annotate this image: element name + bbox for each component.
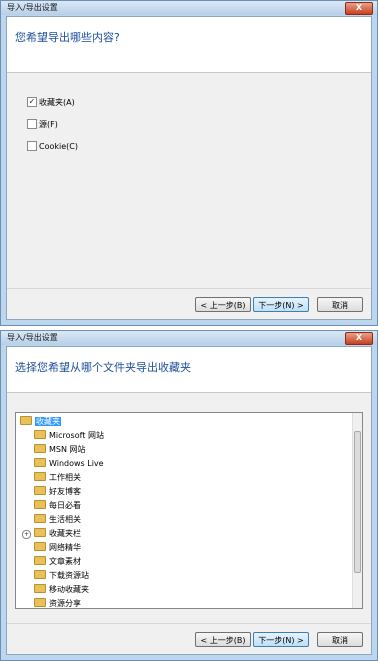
folder-icon bbox=[34, 598, 46, 607]
title-bar: 导入/导出设置 X bbox=[1, 1, 377, 15]
page-question: 您希望导出哪些内容? bbox=[15, 31, 120, 44]
option-feeds[interactable]: 源(F) bbox=[27, 118, 58, 131]
export-settings-dialog-2: 导入/导出设置 X 选择您希望从哪个文件夹导出收藏夹 收藏夹 Microsoft… bbox=[0, 330, 378, 661]
tree-node-label: 网络精华 bbox=[49, 543, 81, 552]
title-bar: 导入/导出设置 X bbox=[1, 331, 377, 345]
tree-node[interactable]: Microsoft 网站 bbox=[34, 429, 104, 442]
cookies-label: Cookie(C) bbox=[39, 142, 78, 151]
tree-node[interactable]: 文章素材 bbox=[34, 555, 81, 568]
tree-node-label: 文章素材 bbox=[49, 557, 81, 566]
button-bar: < 上一步(B) 下一步(N) > 取消 bbox=[7, 288, 371, 319]
folder-icon bbox=[34, 486, 46, 495]
tree-node-label: 收藏夹栏 bbox=[49, 529, 81, 538]
back-button[interactable]: < 上一步(B) bbox=[195, 297, 251, 312]
option-cookies[interactable]: Cookie(C) bbox=[27, 140, 78, 153]
tree-node[interactable]: 每日必看 bbox=[34, 499, 81, 512]
option-favorites[interactable]: ✓ 收藏夹(A) bbox=[27, 96, 75, 109]
folder-icon bbox=[34, 542, 46, 551]
tree-node-label: 资源分享 bbox=[49, 599, 81, 608]
tree-node[interactable]: MSN 网站 bbox=[34, 443, 86, 456]
header-panel: 您希望导出哪些内容? bbox=[7, 17, 371, 73]
tree-node-label: 移动收藏夹 bbox=[49, 585, 89, 594]
cookies-checkbox[interactable] bbox=[27, 140, 37, 151]
tree-node[interactable]: 生活相关 bbox=[34, 513, 81, 526]
cancel-button[interactable]: 取消 bbox=[317, 297, 363, 312]
tree-node[interactable]: 移动收藏夹 bbox=[34, 583, 89, 596]
tree-node[interactable]: 网络精华 bbox=[34, 541, 81, 554]
folder-icon bbox=[34, 458, 46, 467]
expand-icon[interactable]: + bbox=[22, 530, 31, 539]
favorites-label: 收藏夹(A) bbox=[39, 98, 75, 107]
folder-icon bbox=[34, 430, 46, 439]
close-button[interactable]: X bbox=[345, 2, 373, 15]
page-question: 选择您希望从哪个文件夹导出收藏夹 bbox=[15, 361, 191, 374]
export-settings-dialog-1: 导入/导出设置 X 您希望导出哪些内容? ✓ 收藏夹(A) 源(F) Cookie… bbox=[0, 0, 378, 326]
folder-icon bbox=[34, 514, 46, 523]
folder-tree[interactable]: 收藏夹 Microsoft 网站 MSN 网站 Windows Live 工作相… bbox=[15, 412, 363, 609]
folder-icon bbox=[34, 472, 46, 481]
folder-icon bbox=[20, 416, 32, 425]
tree-node-label: Windows Live bbox=[49, 459, 104, 468]
folder-icon bbox=[34, 444, 46, 453]
folder-icon bbox=[34, 584, 46, 593]
tree-node-root[interactable]: 收藏夹 bbox=[20, 415, 61, 428]
header-panel: 选择您希望从哪个文件夹导出收藏夹 bbox=[7, 347, 371, 393]
folder-icon bbox=[34, 500, 46, 509]
window-title: 导入/导出设置 bbox=[7, 333, 58, 342]
next-button[interactable]: 下一步(N) > bbox=[253, 297, 309, 312]
button-bar: < 上一步(B) 下一步(N) > 取消 bbox=[7, 623, 371, 654]
tree-node-label: 工作相关 bbox=[49, 473, 81, 482]
favorites-checkbox[interactable]: ✓ bbox=[27, 96, 37, 107]
tree-list: 收藏夹 Microsoft 网站 MSN 网站 Windows Live 工作相… bbox=[16, 413, 352, 608]
tree-node[interactable]: 好友博客 bbox=[34, 485, 81, 498]
tree-node[interactable]: 工作相关 bbox=[34, 471, 81, 484]
tree-node-label: MSN 网站 bbox=[49, 445, 86, 454]
tree-node[interactable]: Windows Live bbox=[34, 457, 104, 470]
tree-node-label: 收藏夹 bbox=[35, 417, 61, 426]
feeds-checkbox[interactable] bbox=[27, 118, 37, 129]
window-title: 导入/导出设置 bbox=[7, 3, 58, 12]
tree-node[interactable]: 资源分享 bbox=[34, 597, 81, 608]
tree-node-label: 好友博客 bbox=[49, 487, 81, 496]
tree-node-label: Microsoft 网站 bbox=[49, 431, 104, 440]
folder-icon bbox=[34, 556, 46, 565]
tree-node-label: 生活相关 bbox=[49, 515, 81, 524]
dialog-body: 选择您希望从哪个文件夹导出收藏夹 收藏夹 Microsoft 网站 MSN 网站… bbox=[6, 346, 372, 655]
scrollbar-thumb[interactable] bbox=[354, 431, 361, 573]
back-button[interactable]: < 上一步(B) bbox=[195, 632, 251, 647]
folder-icon bbox=[34, 570, 46, 579]
feeds-label: 源(F) bbox=[39, 120, 58, 129]
close-button[interactable]: X bbox=[345, 332, 373, 345]
dialog-body: 您希望导出哪些内容? ✓ 收藏夹(A) 源(F) Cookie(C) < 上一步(… bbox=[6, 16, 372, 320]
vertical-scrollbar[interactable] bbox=[352, 413, 362, 608]
tree-node-label: 下载资源站 bbox=[49, 571, 89, 580]
tree-node[interactable]: 下载资源站 bbox=[34, 569, 89, 582]
tree-node-label: 每日必看 bbox=[49, 501, 81, 510]
cancel-button[interactable]: 取消 bbox=[317, 632, 363, 647]
folder-icon bbox=[34, 528, 46, 537]
tree-node[interactable]: 收藏夹栏 bbox=[34, 527, 81, 540]
next-button[interactable]: 下一步(N) > bbox=[253, 632, 309, 647]
